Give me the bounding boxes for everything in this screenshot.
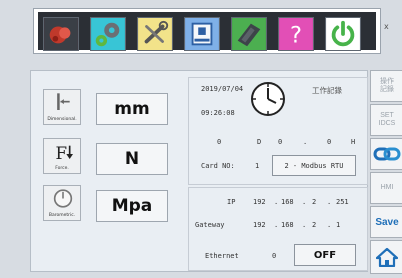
card-button[interactable]	[231, 17, 267, 51]
counter-separator: .	[303, 138, 308, 146]
set-line-1: SET	[380, 112, 394, 119]
toolbar-strip: ?	[38, 12, 376, 51]
barometric-button[interactable]: Barometric.	[43, 185, 81, 221]
main-panel: Dimensional. mm F Force. N Barometric. M…	[30, 70, 368, 272]
chain-link-icon	[373, 147, 401, 161]
counter-mid-value: 0	[278, 138, 283, 146]
dimensional-icon	[57, 93, 70, 110]
force-icon: F	[56, 144, 73, 163]
logo-icon	[44, 18, 78, 50]
panel-icon	[185, 18, 219, 50]
work-record-label: 工作記錄	[312, 86, 342, 95]
gateway-dot-2: .	[302, 221, 307, 229]
hmi-screen: ? x Dimensional. mm F Force. N Barometri…	[0, 0, 402, 278]
counter-d-value: 0	[217, 138, 222, 146]
record-line-2: 記錄	[380, 86, 394, 93]
tools-icon	[138, 18, 172, 50]
unit-n-button[interactable]: N	[96, 143, 168, 175]
dimensional-button[interactable]: Dimensional.	[43, 89, 81, 125]
ip-octet-2[interactable]: 168	[281, 198, 294, 206]
home-icon	[376, 247, 398, 267]
ethernet-label: Ethernet	[205, 252, 239, 260]
settings-button[interactable]	[90, 17, 126, 51]
logo-button[interactable]	[43, 17, 79, 51]
force-button[interactable]: F Force.	[43, 138, 81, 174]
set-line-2: IDCS	[378, 120, 396, 127]
card-icon	[232, 18, 266, 50]
dimensional-caption: Dimensional.	[47, 117, 77, 122]
home-button[interactable]	[370, 240, 402, 274]
gateway-dot-1: .	[274, 221, 279, 229]
help-button[interactable]: ?	[278, 17, 314, 51]
hmi-button[interactable]: HMI	[370, 172, 402, 204]
save-button[interactable]: Save	[370, 206, 402, 238]
unit-mm-button[interactable]: mm	[96, 93, 168, 125]
gateway-dot-3: .	[327, 221, 332, 229]
clock-icon	[251, 82, 285, 116]
link-button[interactable]	[370, 138, 402, 170]
counter-h-value: 0	[327, 138, 332, 146]
close-icon[interactable]: x	[384, 22, 389, 31]
card-number: 1	[255, 162, 260, 170]
ip-dot-2: .	[302, 198, 307, 206]
record-line-1: 操作	[380, 78, 394, 85]
operation-record-button[interactable]: 操作 記錄	[370, 70, 402, 102]
ip-octet-1[interactable]: 192	[253, 198, 266, 206]
ip-octet-3[interactable]: 2	[312, 198, 316, 206]
tools-button[interactable]	[137, 17, 173, 51]
set-idcs-button[interactable]: SET IDCS	[370, 104, 402, 136]
power-icon	[326, 18, 360, 50]
counter-h-label: H	[351, 138, 356, 146]
ethernet-off-button[interactable]: OFF	[294, 244, 356, 266]
ethernet-value: 0	[272, 252, 277, 260]
unit-mpa-button[interactable]: Mpa	[96, 190, 168, 222]
top-toolbar: ?	[33, 8, 381, 54]
date-text: 2019/07/04	[201, 85, 244, 93]
hmi-label: HMI	[380, 184, 394, 191]
svg-text:?: ?	[290, 22, 302, 48]
time-text: 09:26:08	[201, 109, 235, 117]
ip-dot-3: .	[327, 198, 332, 206]
gateway-octet-1[interactable]: 192	[253, 221, 266, 229]
comm-mode-button[interactable]: 2 - Modbus RTU	[272, 155, 356, 176]
counter-d-label: D	[257, 138, 262, 146]
gateway-label: Gateway	[195, 221, 225, 229]
ip-label: IP	[227, 198, 236, 206]
gateway-octet-4[interactable]: 1	[336, 221, 340, 229]
gauge-icon	[53, 189, 73, 208]
ip-dot-1: .	[274, 198, 279, 206]
panel-button[interactable]	[184, 17, 220, 51]
barometric-caption: Barometric.	[48, 213, 76, 218]
power-button[interactable]	[325, 17, 361, 51]
gear-icon	[91, 18, 125, 50]
force-caption: Force.	[55, 166, 69, 171]
help-icon: ?	[279, 18, 313, 50]
ip-octet-4[interactable]: 251	[336, 198, 349, 206]
card-label: Card NO:	[201, 162, 235, 170]
svg-text:F: F	[56, 144, 68, 163]
gateway-octet-2[interactable]: 168	[281, 221, 294, 229]
gateway-octet-3[interactable]: 2	[312, 221, 316, 229]
